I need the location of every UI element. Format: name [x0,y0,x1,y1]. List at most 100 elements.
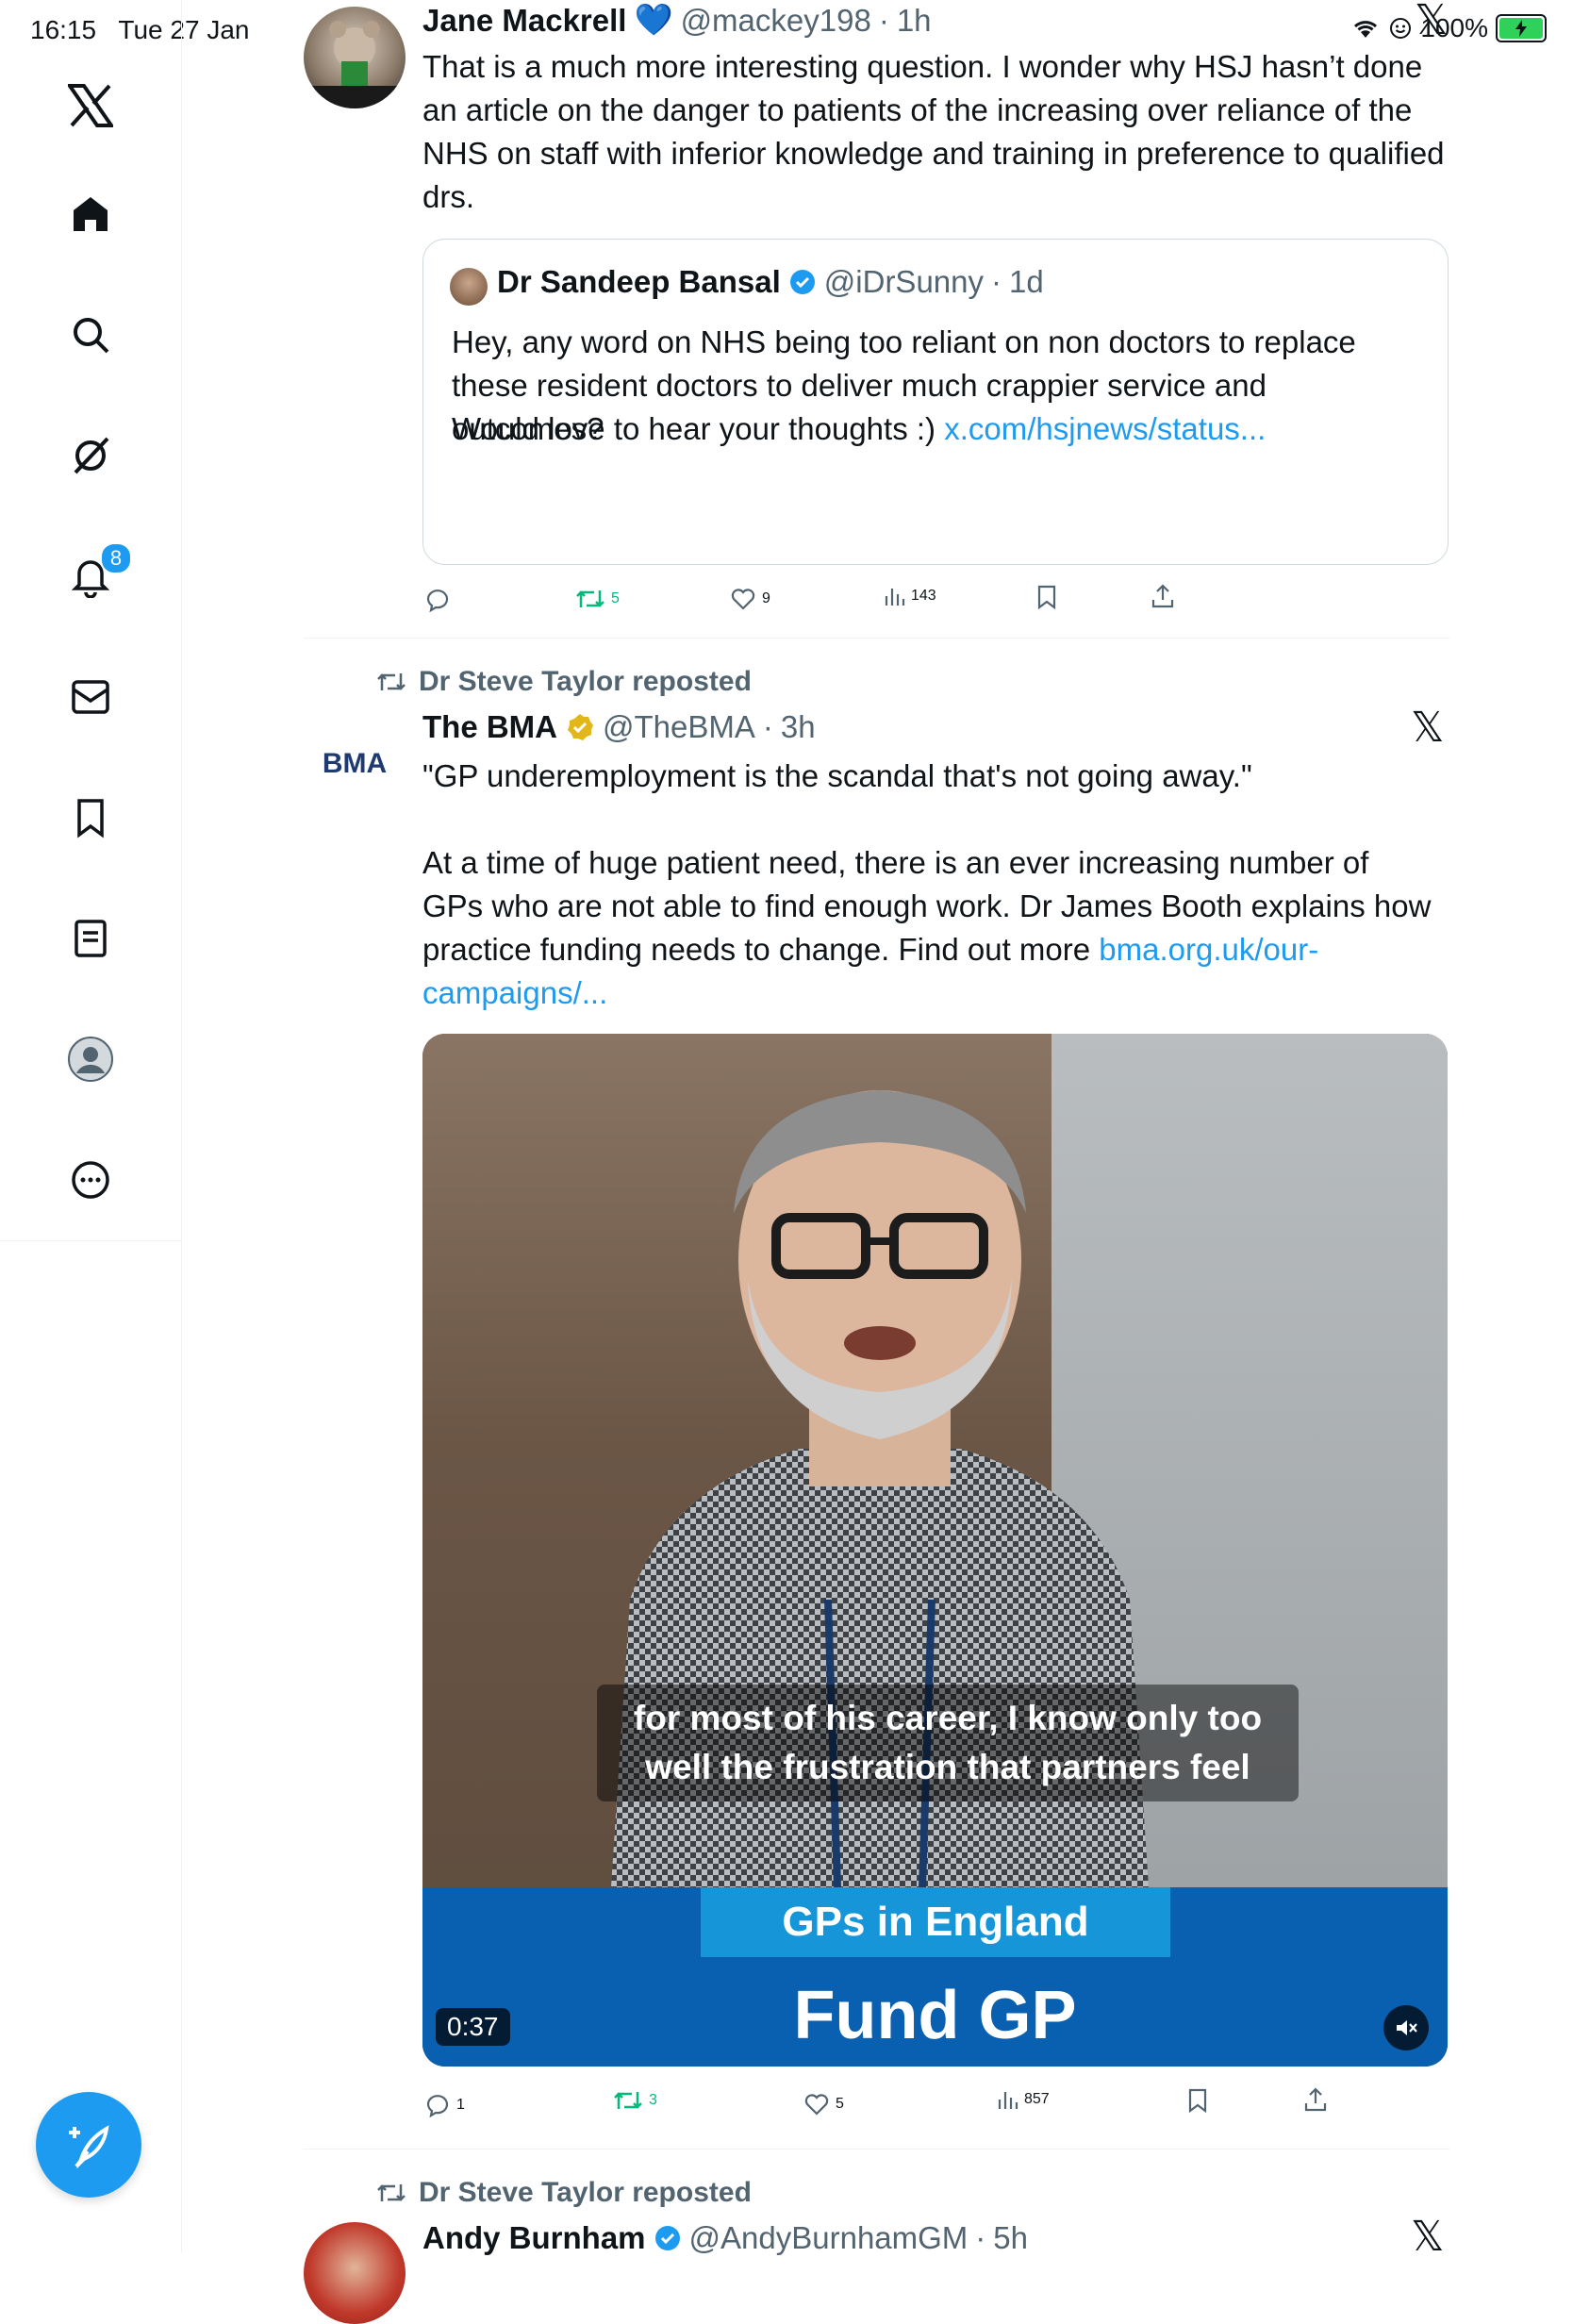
bookmark-button[interactable] [1035,585,1058,609]
tweet-header: Jane Mackrell 💙 @mackey198 · 1h [422,2,932,39]
quote-link[interactable]: x.com/hsjnews/status... [944,411,1266,446]
reply-icon [426,589,449,613]
dot-separator: · [762,709,773,744]
bookmark-icon [77,799,104,838]
battery-icon [1496,14,1547,42]
author-name[interactable]: Andy Burnham [422,2220,646,2256]
views-button[interactable]: 857 [996,2088,1050,2111]
sidebar-item-notifications[interactable]: 8 [0,539,181,614]
verified-badge-icon [789,270,815,294]
tweet-time[interactable]: 3h [781,709,816,745]
author-name[interactable]: Jane Mackrell [422,3,626,39]
repost-indicator[interactable]: Dr Steve Taylor reposted [375,2177,752,2209]
like-button[interactable]: 5 [803,2092,844,2116]
reply-button[interactable]: 1 [424,2092,465,2118]
repost-count: 3 [649,2092,657,2108]
author-name[interactable]: The BMA [422,709,557,745]
views-bar-icon [885,589,905,606]
dot-separator: · [975,2220,986,2255]
wifi-icon [1354,21,1378,38]
repost-by-label: Dr Steve Taylor reposted [419,666,752,697]
share-button[interactable] [1303,2086,1328,2113]
x-logo-icon [68,84,113,127]
tweet-header: Andy Burnham @AndyBurnhamGM · 5h [422,2220,1028,2256]
x-grok-icon[interactable]: 𝕏 [1411,2213,1444,2261]
more-circle-icon [72,1161,109,1199]
sidebar-item-home[interactable] [0,176,181,252]
video-banner-title: Fund GP [793,1978,1077,2053]
bma-logo-text: BMA [322,748,388,779]
heart-icon [804,2094,829,2116]
quote-text-line: Would love to hear your thoughts :) [452,411,945,446]
author-handle[interactable]: @AndyBurnhamGM [689,2220,969,2256]
verified-badge-icon [654,2226,680,2250]
like-count: 9 [762,590,770,606]
video-banner-tag: GPs in England [701,1887,1170,1957]
repost-by-label: Dr Steve Taylor reposted [419,2177,752,2208]
video-duration: 0:37 [436,2008,510,2046]
dot-separator: · [878,2,889,38]
compose-post-button[interactable] [36,2092,141,2198]
smiley-icon [1390,18,1412,39]
avatar[interactable] [304,7,406,108]
tweet-text-quote: "GP underemployment is the scandal that'… [422,758,1252,793]
verified-gold-badge-icon [568,714,593,740]
sidebar-item-profile[interactable] [0,1021,181,1097]
repost-icon [576,590,604,607]
repost-icon [614,2092,642,2109]
sidebar-item-lists[interactable] [0,901,181,976]
quote-avatar [450,268,488,306]
sidebar-item-explore[interactable] [0,297,181,373]
share-button[interactable] [1151,583,1175,609]
x-grok-icon[interactable]: 𝕏 [1411,704,1444,752]
reply-count: 1 [456,2097,465,2113]
home-icon [74,197,108,231]
heart-icon [731,589,755,610]
search-icon [74,318,109,354]
repost-button[interactable]: 3 [613,2088,657,2113]
repost-button[interactable]: 5 [575,587,620,611]
status-bar-right: 100% [1350,13,1547,43]
tweet-time[interactable]: 1h [897,3,932,39]
x-grok-icon[interactable]: 𝕏 [1415,0,1448,44]
sidebar-item-grok[interactable] [0,418,181,493]
author-handle[interactable]: @TheBMA [603,709,755,745]
sidebar-item-bookmarks[interactable] [0,780,181,855]
video-media[interactable]: for most of his career, I know only too … [422,1034,1448,2067]
views-count: 857 [1024,2091,1050,2107]
repost-icon [377,673,406,690]
envelope-icon [72,680,109,714]
speaker-muted-icon [1397,2020,1417,2035]
author-handle[interactable]: @mackey198 [681,3,871,39]
bookmark-icon [1188,2088,1207,2113]
profile-avatar-icon [68,1037,113,1082]
tweet-text: That is a much more interesting question… [422,49,1453,214]
sidebar-item-more[interactable] [0,1142,181,1218]
like-button[interactable]: 9 [730,587,770,611]
dot-separator: · [991,264,1002,299]
mute-button[interactable] [1383,2005,1429,2050]
quoted-tweet[interactable]: Dr Sandeep Bansal @iDrSunny · 1d Hey, an… [422,239,1449,565]
sidebar-x-logo[interactable] [0,68,181,143]
tweet-time[interactable]: 5h [993,2220,1028,2256]
views-button[interactable]: 143 [883,585,936,607]
views-bar-icon [998,2092,1018,2109]
repost-indicator[interactable]: Dr Steve Taylor reposted [375,666,752,698]
sidebar-item-messages[interactable] [0,659,181,735]
avatar[interactable]: BMA [304,713,406,815]
reply-button[interactable] [424,587,456,613]
avatar[interactable] [304,2222,406,2324]
quote-author-handle: @iDrSunny [823,264,985,299]
repost-count: 5 [611,590,620,606]
tweet-header: The BMA @TheBMA · 3h [422,709,816,745]
reply-icon [426,2095,449,2118]
quote-header: Dr Sandeep Bansal @iDrSunny · 1d [497,264,1044,300]
grok-icon [74,437,109,474]
tweet-divider [304,638,1450,639]
notifications-badge: 8 [100,542,132,574]
tweet-divider [304,2149,1450,2150]
bookmark-button[interactable] [1186,2088,1209,2113]
share-icon [1304,2087,1327,2112]
views-count: 143 [911,588,936,604]
compose-feather-icon [69,2125,109,2169]
